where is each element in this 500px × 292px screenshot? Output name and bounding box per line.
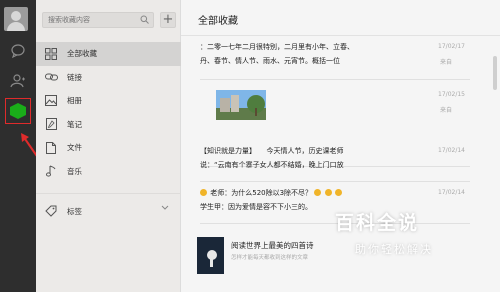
search-box[interactable] xyxy=(42,12,154,28)
menu-item-notes[interactable]: 笔记 xyxy=(36,113,181,137)
chat-icon[interactable] xyxy=(6,40,30,62)
list-item[interactable]: 【知识就是力量】 今天情人节，历史课老师 说：“云南有个寨子女人都不结婚，晚上门… xyxy=(200,144,470,182)
category-menu: 全部收藏 链接 相册 笔记 文件 音乐 xyxy=(36,42,181,183)
emoji-icon xyxy=(324,189,332,196)
item-text: 【知识就是力量】 今天情人节，历史课老师 xyxy=(200,147,344,155)
page-title: 全部收藏 xyxy=(198,16,238,27)
chevron-down-icon[interactable] xyxy=(161,204,169,213)
item-date: 17/02/14 xyxy=(438,147,465,154)
photo-thumbnail xyxy=(216,90,266,120)
item-source: 来自 xyxy=(439,59,452,66)
emoji-icon xyxy=(334,189,342,196)
watermark-subtitle: 助你轻松解决 xyxy=(355,243,433,256)
scrollbar[interactable] xyxy=(493,56,497,90)
grid-icon xyxy=(44,47,58,61)
collection-sidebar: + 全部收藏 链接 相册 笔记 xyxy=(36,0,181,292)
emoji-icon xyxy=(314,189,322,196)
watermark: 百科全说 助你轻松解决 xyxy=(335,208,495,268)
search-icon[interactable] xyxy=(140,15,149,26)
add-button[interactable]: + xyxy=(160,12,176,28)
menu-item-link[interactable]: 链接 xyxy=(36,66,181,90)
link-icon xyxy=(44,70,58,84)
file-icon xyxy=(44,141,58,155)
item-text: 丹、春节、情人节、雨水、元宵节。概括一位 xyxy=(200,57,340,65)
menu-item-label: 相册 xyxy=(67,96,82,106)
emoji-icon xyxy=(200,189,207,196)
item-source: 来自 xyxy=(439,107,452,114)
tag-icon xyxy=(44,204,58,218)
music-icon xyxy=(44,164,58,178)
item-date: 17/02/15 xyxy=(438,91,465,98)
item-subtitle: 怎样才能每天都收到这样的文章 xyxy=(231,255,309,261)
menu-item-music[interactable]: 音乐 xyxy=(36,160,181,184)
menu-item-files[interactable]: 文件 xyxy=(36,136,181,160)
divider xyxy=(36,193,181,194)
menu-item-label: 链接 xyxy=(67,72,82,82)
item-title: 阅读世界上最美的四首诗 xyxy=(231,241,314,250)
menu-item-album[interactable]: 相册 xyxy=(36,89,181,113)
menu-item-label: 音乐 xyxy=(67,166,82,176)
item-text-content: 老师：为什么520除以3除不尽？ xyxy=(210,189,313,197)
item-text: 老师：为什么520除以3除不尽？ xyxy=(200,186,470,200)
menu-item-label: 文件 xyxy=(67,143,82,153)
item-text: ：二零一七年二月很特别，二月里有小年、立春、 xyxy=(200,43,354,51)
favorites-icon[interactable] xyxy=(5,98,31,124)
menu-item-all[interactable]: 全部收藏 xyxy=(36,42,181,66)
note-icon xyxy=(44,117,58,131)
contacts-icon[interactable] xyxy=(6,70,30,92)
search-input[interactable] xyxy=(48,16,138,24)
image-icon xyxy=(44,94,58,108)
avatar[interactable] xyxy=(4,7,28,31)
watermark-title: 百科全说 xyxy=(335,212,420,234)
tags-section[interactable]: 标签 xyxy=(36,200,181,222)
menu-item-label: 笔记 xyxy=(67,119,82,129)
item-date: 17/02/14 xyxy=(438,189,465,196)
item-text: 说：“云南有个寨子女人都不结婚，晚上门口放 xyxy=(200,161,344,169)
divider xyxy=(181,35,500,36)
menu-item-label: 全部收藏 xyxy=(67,49,97,59)
list-item[interactable]: ：二零一七年二月很特别，二月里有小年、立春、 丹、春节、情人节、雨水、元宵节。概… xyxy=(200,40,470,80)
tags-label: 标签 xyxy=(67,206,82,216)
item-date: 17/02/17 xyxy=(438,43,465,50)
music-thumbnail xyxy=(197,237,224,274)
